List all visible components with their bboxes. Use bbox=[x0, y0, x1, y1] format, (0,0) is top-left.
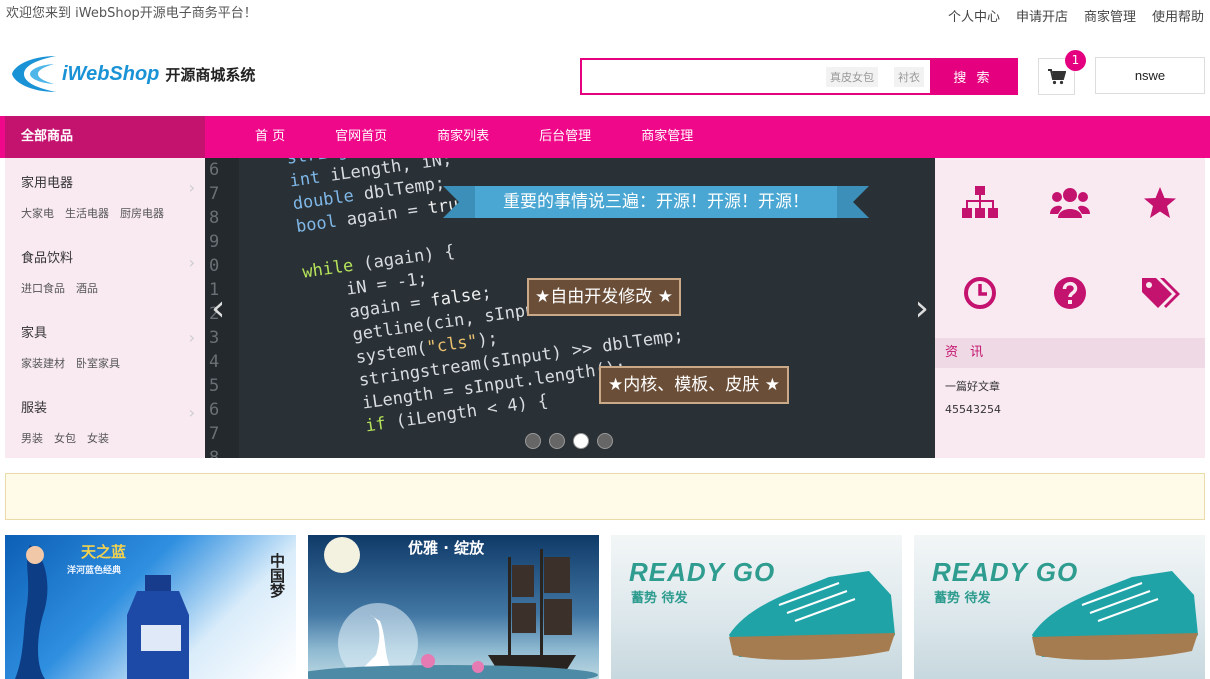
top-links: 个人中心 申请开店 商家管理 使用帮助 bbox=[948, 6, 1204, 25]
logo-subtitle: 开源商城系统 bbox=[165, 65, 256, 84]
subcategory-link[interactable]: 进口食品 bbox=[21, 280, 65, 296]
category-furniture[interactable]: 家具 › 家装建材 卧室家具 bbox=[5, 308, 205, 383]
top-bar: 欢迎您来到 iWebShop开源电子商务平台！ 个人中心 申请开店 商家管理 使… bbox=[0, 0, 1210, 32]
promo-subtitle: 蓄势 待发 bbox=[631, 591, 688, 606]
notice-bar bbox=[5, 473, 1205, 520]
sitemap-icon[interactable] bbox=[950, 173, 1010, 233]
star-icon[interactable] bbox=[1130, 173, 1190, 233]
user-account[interactable]: nswe bbox=[1095, 57, 1205, 94]
subcategory-link[interactable]: 男装 bbox=[21, 430, 43, 446]
sneaker-image bbox=[729, 571, 895, 660]
search-input[interactable] bbox=[582, 60, 826, 93]
banner-plaque-1: ★自由开发修改 ★ bbox=[527, 278, 681, 316]
question-icon[interactable] bbox=[1040, 263, 1100, 323]
promo-thumb-liquor[interactable]: 天之蓝 洋河蓝色经典 中国梦 bbox=[5, 535, 296, 679]
banner-ribbon-text: 重要的事情说三遍：开源！开源！开源！ bbox=[443, 186, 869, 218]
category-clothing[interactable]: 服装 › 男装 女包 女装 bbox=[5, 383, 205, 458]
chevron-right-icon: › bbox=[188, 328, 195, 347]
carousel-dots bbox=[525, 433, 613, 449]
news-item[interactable]: 一篇好文章 bbox=[945, 378, 1000, 394]
category-title: 食品饮料 bbox=[21, 251, 74, 266]
nav-home[interactable]: 首 页 bbox=[230, 116, 310, 158]
category-title: 家用电器 bbox=[21, 176, 74, 191]
top-link-seller-admin[interactable]: 商家管理 bbox=[1084, 6, 1136, 25]
nav-admin[interactable]: 后台管理 bbox=[514, 116, 616, 158]
sneaker-image bbox=[1032, 571, 1198, 660]
promo-subtitle: 洋河蓝色经典 bbox=[67, 566, 122, 576]
shortcut-panel: 资 讯 一篇好文章 45543254 bbox=[935, 158, 1205, 458]
nav-seller-admin[interactable]: 商家管理 bbox=[616, 116, 718, 158]
subcategory-link[interactable]: 酒品 bbox=[76, 280, 98, 296]
subcategory-link[interactable]: 生活电器 bbox=[65, 205, 109, 221]
carousel-next-icon[interactable]: › bbox=[915, 288, 929, 329]
promo-thumb-sneaker-1[interactable]: READY GO 蓄势 待发 bbox=[611, 535, 902, 679]
category-sidebar: 家用电器 › 大家电 生活电器 厨房电器 食品饮料 › 进口食品 酒品 家具 ›… bbox=[5, 158, 205, 458]
category-title: 家具 bbox=[21, 326, 48, 341]
top-link-open-shop[interactable]: 申请开店 bbox=[1016, 6, 1068, 25]
carousel-prev-icon[interactable]: ‹ bbox=[211, 288, 225, 329]
subcategory-link[interactable]: 家装建材 bbox=[21, 355, 65, 371]
banner-carousel[interactable]: 6789012345678 string sInput; int iLength… bbox=[205, 158, 935, 458]
subcategory-link[interactable]: 卧室家具 bbox=[76, 355, 120, 371]
search-button[interactable]: 搜 索 bbox=[930, 60, 1016, 93]
category-appliances[interactable]: 家用电器 › 大家电 生活电器 厨房电器 bbox=[5, 158, 205, 233]
logo-swoosh-icon bbox=[12, 56, 56, 92]
carousel-dot[interactable] bbox=[597, 433, 613, 449]
chevron-right-icon: › bbox=[188, 253, 195, 272]
top-link-help[interactable]: 使用帮助 bbox=[1152, 6, 1204, 25]
news-heading: 资 讯 bbox=[935, 338, 1205, 368]
nav-seller-list[interactable]: 商家列表 bbox=[412, 116, 514, 158]
chevron-right-icon: › bbox=[188, 403, 195, 422]
carousel-dot[interactable] bbox=[525, 433, 541, 449]
promo-thumb-sneaker-2[interactable]: READY GO 蓄势 待发 bbox=[914, 535, 1205, 679]
promo-thumb-bloom[interactable]: 优雅 · 绽放 bbox=[308, 535, 599, 679]
banner-plaque-2: ★内核、模板、皮肤 ★ bbox=[599, 366, 789, 404]
all-products-menu[interactable]: 全部商品 bbox=[5, 116, 205, 158]
hotword-1[interactable]: 真皮女包 bbox=[826, 66, 878, 87]
promo-title: 天之蓝 bbox=[81, 543, 127, 561]
subcategory-link[interactable]: 大家电 bbox=[21, 205, 54, 221]
cart-count-badge: 1 bbox=[1065, 50, 1086, 71]
category-food[interactable]: 食品饮料 › 进口食品 酒品 bbox=[5, 233, 205, 308]
clock-icon[interactable] bbox=[950, 263, 1010, 323]
top-link-user-center[interactable]: 个人中心 bbox=[948, 6, 1000, 25]
carousel-dot-active[interactable] bbox=[573, 433, 589, 449]
search-bar: 真皮女包 衬衣 搜 索 bbox=[580, 58, 1018, 95]
subcategory-link[interactable]: 厨房电器 bbox=[120, 205, 164, 221]
subcategory-link[interactable]: 女包 bbox=[54, 430, 76, 446]
news-item[interactable]: 45543254 bbox=[945, 403, 1001, 416]
promo-subtitle: 蓄势 待发 bbox=[934, 591, 991, 606]
promo-title: 优雅 · 绽放 bbox=[408, 539, 485, 557]
category-title: 服装 bbox=[21, 401, 48, 416]
nav-official-site[interactable]: 官网首页 bbox=[310, 116, 412, 158]
site-logo[interactable]: iWebShop 开源商城系统 bbox=[8, 50, 255, 98]
subcategory-link[interactable]: 女装 bbox=[87, 430, 109, 446]
promo-side-text: 中国梦 bbox=[268, 553, 286, 598]
welcome-text: 欢迎您来到 iWebShop开源电子商务平台！ bbox=[6, 6, 257, 21]
chevron-right-icon: › bbox=[188, 178, 195, 197]
logo-brand: iWebShop bbox=[62, 62, 160, 85]
main-nav: 全部商品 首 页 官网首页 商家列表 后台管理 商家管理 bbox=[0, 116, 1210, 158]
tags-icon[interactable] bbox=[1130, 263, 1190, 323]
hotword-2[interactable]: 衬衣 bbox=[894, 66, 924, 87]
carousel-dot[interactable] bbox=[549, 433, 565, 449]
users-icon[interactable] bbox=[1040, 173, 1100, 233]
cart-icon bbox=[1047, 68, 1066, 84]
liquor-bottle-image bbox=[15, 545, 189, 679]
